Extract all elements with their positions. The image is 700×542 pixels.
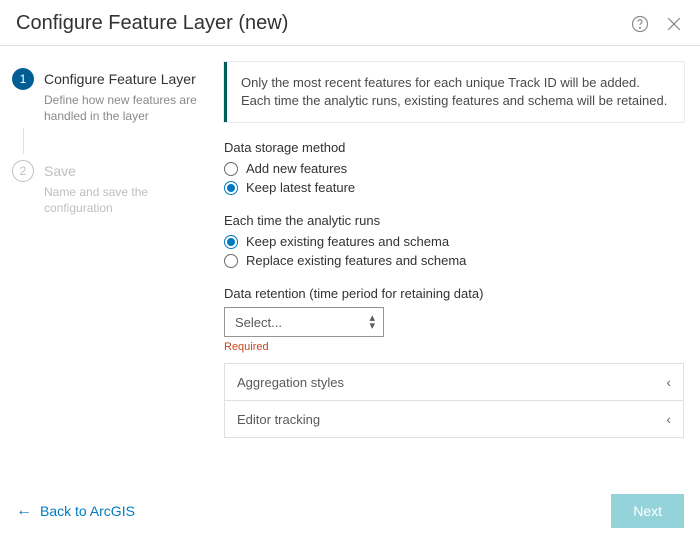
- radio-label: Keep latest feature: [246, 180, 355, 195]
- radio-replace-existing[interactable]: Replace existing features and schema: [224, 253, 684, 268]
- arrow-left-icon: ←: [16, 502, 32, 520]
- select-caret-icon: ▴▾: [369, 314, 375, 330]
- step-connector: [23, 128, 24, 154]
- wizard-sidebar: 1 Configure Feature Layer Define how new…: [0, 52, 216, 486]
- help-icon[interactable]: [630, 14, 650, 34]
- radio-add-new-features[interactable]: Add new features: [224, 161, 684, 176]
- chevron-left-icon: ‹: [666, 374, 671, 390]
- dialog-body: 1 Configure Feature Layer Define how new…: [0, 52, 700, 486]
- header-icons: [630, 14, 684, 34]
- back-link[interactable]: ← Back to ArcGIS: [16, 502, 135, 520]
- accordion: Aggregation styles ‹ Editor tracking ‹: [224, 363, 684, 438]
- info-callout: Only the most recent features for each u…: [224, 62, 684, 122]
- form-content: Only the most recent features for each u…: [216, 52, 700, 486]
- header-divider: [0, 45, 700, 46]
- next-button[interactable]: Next: [611, 494, 684, 528]
- storage-method-label: Data storage method: [224, 140, 684, 155]
- radio-keep-latest-feature[interactable]: Keep latest feature: [224, 180, 684, 195]
- radio-keep-existing[interactable]: Keep existing features and schema: [224, 234, 684, 249]
- step-2[interactable]: 2 Save Name and save the configuration: [12, 156, 206, 218]
- step-2-texts: Save Name and save the configuration: [44, 160, 204, 216]
- step-2-title: Save: [44, 162, 204, 180]
- accordion-label: Aggregation styles: [237, 375, 344, 390]
- radio-label: Replace existing features and schema: [246, 253, 466, 268]
- radio-icon: [224, 181, 238, 195]
- accordion-aggregation-styles[interactable]: Aggregation styles ‹: [225, 364, 683, 400]
- step-1-desc: Define how new features are handled in t…: [44, 92, 204, 124]
- retention-label: Data retention (time period for retainin…: [224, 286, 684, 301]
- select-placeholder: Select...: [235, 315, 282, 330]
- dialog-footer: ← Back to ArcGIS Next: [0, 486, 700, 542]
- back-link-label: Back to ArcGIS: [40, 503, 135, 519]
- radio-icon: [224, 235, 238, 249]
- step-1-texts: Configure Feature Layer Define how new f…: [44, 68, 204, 124]
- step-2-number: 2: [12, 160, 34, 182]
- radio-label: Add new features: [246, 161, 347, 176]
- radio-icon: [224, 254, 238, 268]
- chevron-left-icon: ‹: [666, 411, 671, 427]
- step-2-desc: Name and save the configuration: [44, 184, 204, 216]
- step-1-number: 1: [12, 68, 34, 90]
- accordion-editor-tracking[interactable]: Editor tracking ‹: [225, 400, 683, 437]
- step-1-title: Configure Feature Layer: [44, 70, 204, 88]
- accordion-label: Editor tracking: [237, 412, 320, 427]
- runs-label: Each time the analytic runs: [224, 213, 684, 228]
- dialog-header: Configure Feature Layer (new): [0, 0, 700, 45]
- required-hint: Required: [224, 341, 684, 353]
- close-icon[interactable]: [664, 14, 684, 34]
- radio-label: Keep existing features and schema: [246, 234, 449, 249]
- page-title: Configure Feature Layer (new): [16, 12, 288, 35]
- step-1[interactable]: 1 Configure Feature Layer Define how new…: [12, 64, 206, 126]
- radio-icon: [224, 162, 238, 176]
- retention-select[interactable]: Select... ▴▾: [224, 307, 384, 337]
